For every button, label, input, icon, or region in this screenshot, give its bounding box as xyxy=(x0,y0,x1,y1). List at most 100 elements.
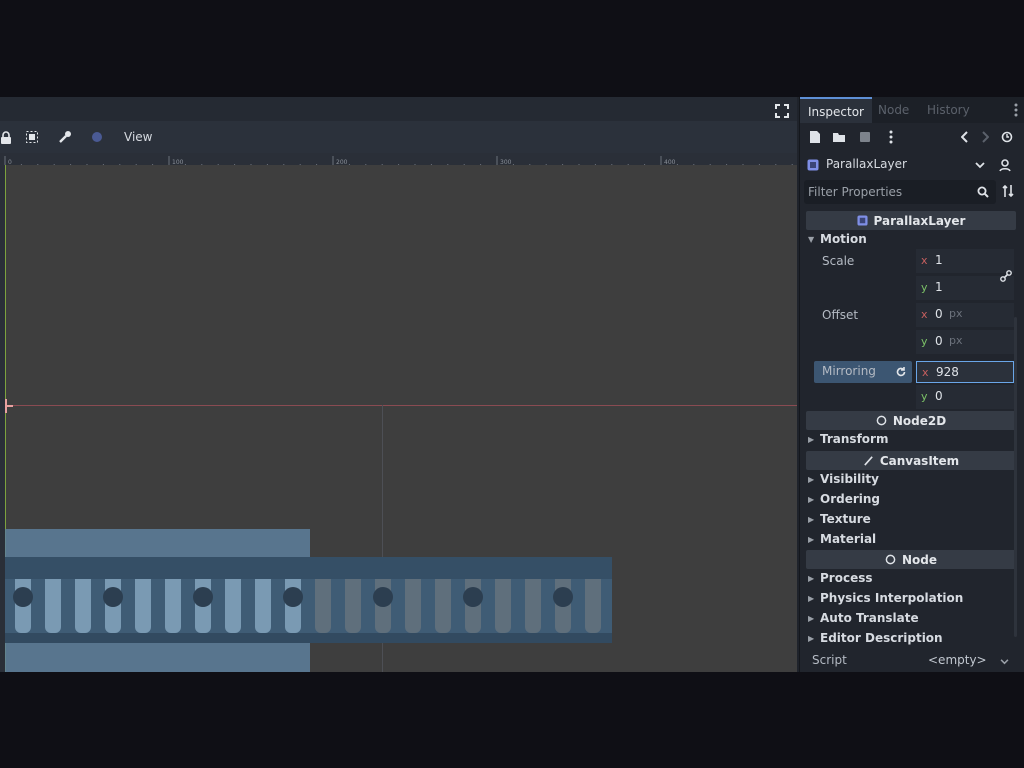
mirroring-y-value: 0 xyxy=(935,389,943,403)
mirroring-x-field[interactable]: x 928 xyxy=(916,361,1014,383)
offset-y-unit: px xyxy=(949,334,963,347)
snap-icon[interactable] xyxy=(87,127,107,147)
section-parallax-layer-label: ParallaxLayer xyxy=(873,213,966,228)
tree-trunk xyxy=(495,571,511,633)
x-axis-line xyxy=(5,405,797,406)
object-selector[interactable]: ParallaxLayer xyxy=(804,153,1019,177)
caret-down-icon: ▼ xyxy=(808,234,815,244)
inspector-scrollbar[interactable] xyxy=(1014,317,1017,637)
caret-right-icon: ▶ xyxy=(808,593,815,603)
tree-foliage xyxy=(463,587,483,607)
tree-trunk xyxy=(525,571,541,633)
sort-properties-icon[interactable] xyxy=(1000,183,1016,199)
group-visibility[interactable]: ▶ Visibility xyxy=(808,472,879,486)
group-select-icon[interactable] xyxy=(22,127,42,147)
node-icon xyxy=(885,554,896,565)
offset-x-unit: px xyxy=(949,307,963,320)
tree-foliage xyxy=(373,587,393,607)
fullscreen-icon[interactable] xyxy=(775,103,789,118)
tree-trunk xyxy=(45,571,61,633)
group-motion-label: Motion xyxy=(820,232,867,246)
origin-cross-icon xyxy=(5,398,13,413)
group-material[interactable]: ▶ Material xyxy=(808,532,876,546)
caret-right-icon: ▶ xyxy=(808,474,815,484)
group-motion[interactable]: ▼ Motion xyxy=(808,232,867,246)
tab-history[interactable]: History xyxy=(927,97,970,123)
group-texture[interactable]: ▶ Texture xyxy=(808,512,871,526)
editor-frame: View 0 100 200 300 400 Inspector Node Hi… xyxy=(0,97,1024,672)
node2d-icon xyxy=(876,415,887,426)
open-folder-icon[interactable] xyxy=(832,130,846,144)
tree-trunk xyxy=(345,571,361,633)
tree-trunk xyxy=(435,571,451,633)
caret-right-icon: ▶ xyxy=(808,613,815,623)
group-process[interactable]: ▶ Process xyxy=(808,571,873,585)
caret-right-icon: ▶ xyxy=(808,494,815,504)
new-resource-icon[interactable] xyxy=(808,130,822,144)
more-options-icon[interactable] xyxy=(886,130,896,144)
scene-canvas[interactable] xyxy=(5,165,797,672)
group-texture-label: Texture xyxy=(820,512,871,526)
save-icon[interactable] xyxy=(858,130,872,144)
section-canvas-item[interactable]: CanvasItem xyxy=(806,451,1016,470)
view-menu[interactable]: View xyxy=(116,127,160,147)
mirroring-y-field[interactable]: y 0 xyxy=(916,385,1014,409)
section-node[interactable]: Node xyxy=(806,550,1016,569)
link-icon[interactable] xyxy=(998,268,1014,284)
caret-right-icon: ▶ xyxy=(808,514,815,524)
group-material-label: Material xyxy=(820,532,877,546)
revert-icon[interactable] xyxy=(894,365,908,379)
viewport-title-strip xyxy=(0,97,797,121)
group-visibility-label: Visibility xyxy=(820,472,879,486)
caret-right-icon: ▶ xyxy=(808,573,815,583)
caret-right-icon: ▶ xyxy=(808,434,815,444)
x-axis-label: x xyxy=(921,254,928,267)
section-node2d[interactable]: Node2D xyxy=(806,411,1016,430)
tree-foliage xyxy=(13,587,33,607)
scale-x-value: 1 xyxy=(935,253,943,267)
script-value[interactable]: <empty> xyxy=(928,653,987,667)
section-parallax-layer[interactable]: ParallaxLayer xyxy=(806,211,1016,230)
filter-properties-field[interactable] xyxy=(804,180,996,204)
history-back-icon[interactable] xyxy=(958,130,972,144)
group-editor-description[interactable]: ▶ Editor Description xyxy=(808,631,943,645)
tree-trunk xyxy=(165,571,181,633)
dock-tabs: Inspector Node History xyxy=(800,97,1024,123)
offset-x-field[interactable]: x 0 px xyxy=(916,303,1014,327)
offset-y-field[interactable]: y 0 px xyxy=(916,330,1014,354)
tab-node[interactable]: Node xyxy=(878,97,909,123)
chevron-down-icon[interactable] xyxy=(974,159,986,171)
tree-trunk xyxy=(255,571,271,633)
group-auto-translate-label: Auto Translate xyxy=(820,611,919,625)
tree-trunk xyxy=(585,571,601,633)
forest-parallax-sprite[interactable] xyxy=(5,557,612,643)
group-auto-translate[interactable]: ▶ Auto Translate xyxy=(808,611,919,625)
y-axis-label: y xyxy=(921,335,928,348)
section-canvas-item-label: CanvasItem xyxy=(879,453,960,468)
tab-inspector[interactable]: Inspector xyxy=(800,97,872,123)
recent-history-icon[interactable] xyxy=(1000,130,1014,144)
history-forward-icon[interactable] xyxy=(978,130,992,144)
script-dropdown-icon[interactable] xyxy=(998,656,1010,668)
y-axis-label: y xyxy=(921,281,928,294)
tree-trunk xyxy=(75,571,91,633)
x-axis-label: x xyxy=(921,308,928,321)
canvas-item-icon xyxy=(864,456,873,466)
offset-y-value: 0 xyxy=(935,334,943,348)
section-node2d-label: Node2D xyxy=(892,413,947,428)
filter-properties-input[interactable] xyxy=(804,180,978,204)
group-ordering-label: Ordering xyxy=(820,492,881,506)
mirroring-property[interactable]: Mirroring xyxy=(814,361,912,383)
wrench-icon[interactable] xyxy=(55,127,75,147)
group-transform[interactable]: ▶ Transform xyxy=(808,432,888,446)
y-axis-label: y xyxy=(921,390,928,403)
tab-menu-icon[interactable] xyxy=(1011,103,1021,117)
group-ordering[interactable]: ▶ Ordering xyxy=(808,492,880,506)
viewport-toolbar: View xyxy=(0,121,797,153)
lock-icon[interactable] xyxy=(0,127,16,147)
node-info-icon[interactable] xyxy=(998,157,1014,173)
forest-silhouette xyxy=(5,557,612,643)
group-physics-interpolation[interactable]: ▶ Physics Interpolation xyxy=(808,591,963,605)
group-process-label: Process xyxy=(820,571,873,585)
mirroring-label: Mirroring xyxy=(822,364,876,378)
